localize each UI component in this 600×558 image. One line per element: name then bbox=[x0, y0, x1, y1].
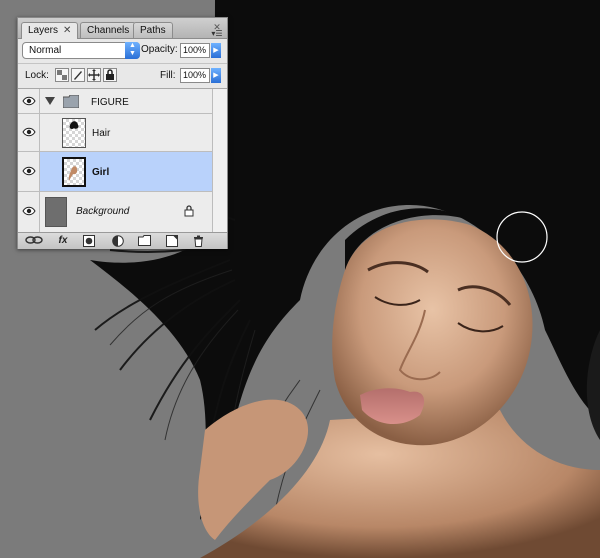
lock-transparency-icon[interactable] bbox=[55, 68, 69, 82]
eye-icon bbox=[22, 96, 36, 106]
lock-pixels-brush-icon[interactable] bbox=[71, 68, 85, 82]
blend-mode-select[interactable]: Normal ▲ ▼ bbox=[22, 42, 140, 59]
opacity-label: Opacity: bbox=[141, 44, 178, 55]
lock-position-move-icon[interactable] bbox=[87, 68, 101, 82]
fill-label: Fill: bbox=[160, 70, 176, 81]
folder-icon bbox=[63, 95, 79, 108]
tab-close-icon[interactable]: ✕ bbox=[63, 25, 71, 36]
panel-tab-bar: Layers ✕ Channels Paths ✕ ▾☰ bbox=[18, 18, 227, 39]
layers-list: FIGURE Hair Girl Background bbox=[18, 89, 212, 232]
new-layer-icon[interactable] bbox=[164, 235, 180, 247]
eye-icon bbox=[22, 166, 36, 176]
mask-icon[interactable] bbox=[81, 235, 97, 247]
lock-label: Lock: bbox=[25, 70, 49, 81]
layer-name: FIGURE bbox=[91, 97, 129, 108]
fill-slider-arrow-icon[interactable]: ▶ bbox=[211, 68, 221, 83]
blend-mode-value: Normal bbox=[29, 45, 62, 56]
lock-options-row: Lock: Fill: 100% ▶ bbox=[18, 64, 227, 89]
visibility-toggle[interactable] bbox=[18, 152, 40, 191]
expand-triangle-icon[interactable] bbox=[45, 97, 55, 106]
visibility-toggle[interactable] bbox=[18, 89, 40, 113]
eye-icon bbox=[22, 206, 36, 216]
tab-paths[interactable]: Paths bbox=[133, 22, 173, 38]
layer-name: Hair bbox=[92, 128, 111, 139]
opacity-slider-arrow-icon[interactable]: ▶ bbox=[211, 43, 221, 58]
opacity-input[interactable]: 100% bbox=[180, 43, 210, 58]
layer-row-girl[interactable]: Girl bbox=[18, 152, 212, 192]
tab-channels[interactable]: Channels bbox=[80, 22, 137, 38]
blend-options-row: Normal ▲ ▼ Opacity: 100% ▶ bbox=[18, 39, 227, 64]
tab-channels-label: Channels bbox=[87, 25, 130, 36]
trash-icon[interactable] bbox=[190, 235, 206, 247]
link-icon[interactable] bbox=[24, 235, 44, 247]
layer-row-hair[interactable]: Hair bbox=[18, 114, 212, 152]
layer-name: Background bbox=[76, 206, 130, 217]
visibility-toggle[interactable] bbox=[18, 114, 40, 151]
fill-input[interactable]: 100% bbox=[180, 68, 210, 83]
layers-scrollbar[interactable] bbox=[212, 89, 227, 232]
layer-thumbnail bbox=[45, 197, 67, 227]
chevron-updown-icon: ▲ ▼ bbox=[125, 42, 140, 59]
layers-panel: Layers ✕ Channels Paths ✕ ▾☰ Normal ▲ ▼ Op… bbox=[17, 17, 228, 249]
layer-row-background[interactable]: Background bbox=[18, 192, 212, 232]
tab-paths-label: Paths bbox=[140, 25, 166, 36]
panel-menu-icon[interactable]: ▾☰ bbox=[211, 30, 223, 38]
layer-name: Girl bbox=[92, 167, 110, 178]
lock-icon bbox=[184, 205, 194, 217]
visibility-toggle[interactable] bbox=[18, 192, 40, 232]
layer-thumbnail bbox=[62, 118, 86, 148]
layer-thumbnail bbox=[62, 157, 86, 187]
new-group-icon[interactable] bbox=[136, 235, 152, 247]
fx-icon[interactable]: fx bbox=[52, 235, 74, 247]
adjustment-icon[interactable] bbox=[110, 235, 126, 247]
eye-icon bbox=[22, 127, 36, 137]
panel-bottom-toolbar: fx bbox=[18, 232, 227, 249]
layer-row-figure[interactable]: FIGURE bbox=[18, 89, 212, 114]
lock-all-icon[interactable] bbox=[103, 68, 117, 82]
tab-layers-label: Layers bbox=[28, 25, 59, 36]
tab-layers[interactable]: Layers ✕ bbox=[21, 22, 79, 39]
